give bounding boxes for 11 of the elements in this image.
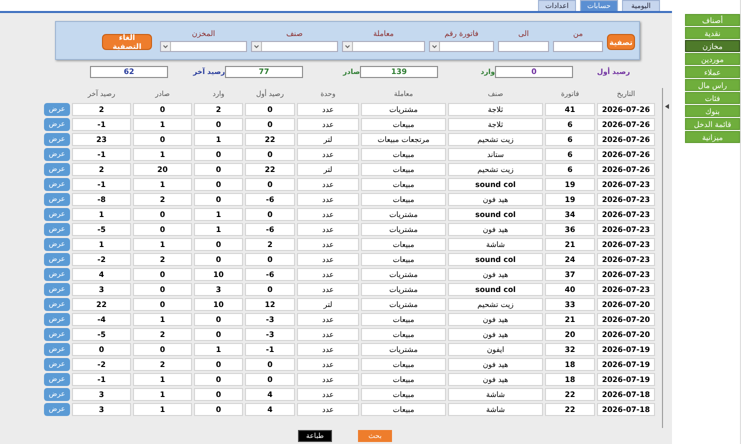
caret-icon [252, 42, 262, 51]
caret-icon [343, 42, 353, 51]
caret-icon [161, 42, 171, 51]
input-field[interactable] [498, 41, 549, 52]
dropdown[interactable] [160, 41, 247, 52]
dropdown[interactable] [429, 41, 494, 52]
dropdown[interactable] [251, 41, 338, 52]
caret-icon [430, 42, 440, 51]
dropdown[interactable] [342, 41, 425, 52]
arrow-icon [665, 104, 669, 109]
input-field[interactable] [553, 41, 603, 52]
